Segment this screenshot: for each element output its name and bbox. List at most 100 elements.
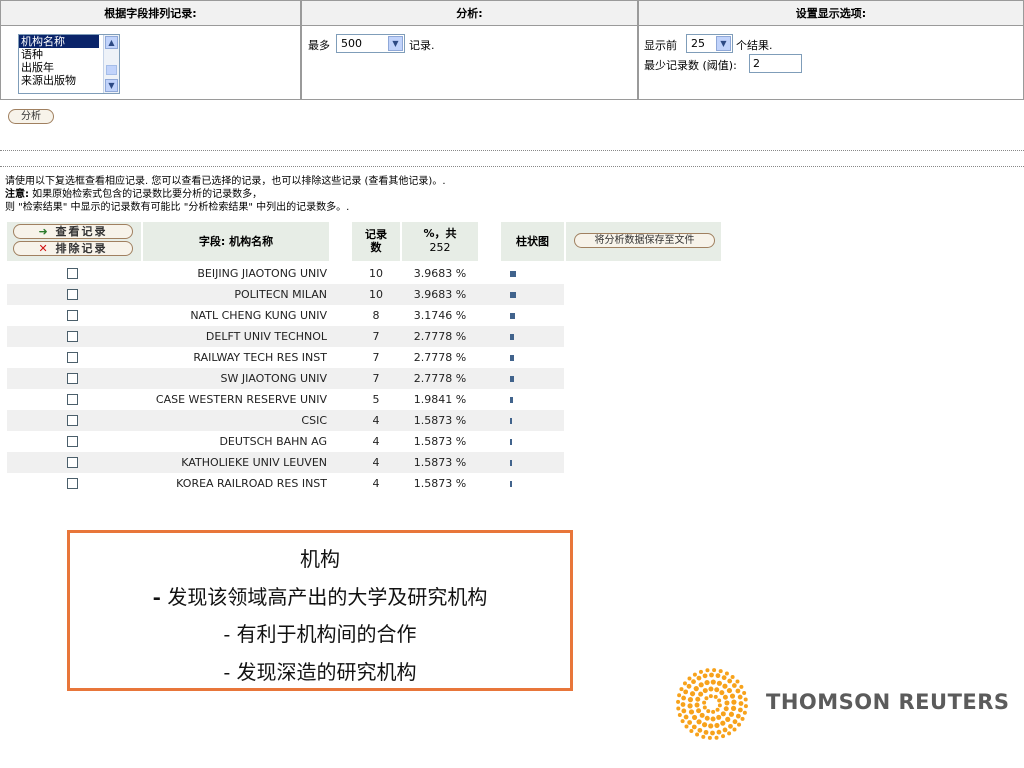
table-row: BEIJING JIAOTONG UNIV 10 3.9683 % bbox=[0, 263, 564, 284]
logo-dot bbox=[731, 699, 737, 705]
chevron-down-icon[interactable]: ▼ bbox=[716, 36, 731, 51]
row-checkbox[interactable] bbox=[67, 352, 78, 363]
row-checkbox[interactable] bbox=[67, 415, 78, 426]
logo-dot bbox=[720, 720, 726, 726]
min-records-label: 最少记录数 (阈值): bbox=[644, 59, 737, 72]
percent-value: 1.5873 % bbox=[413, 456, 467, 469]
row-checkbox[interactable] bbox=[67, 289, 78, 300]
analyze-button[interactable]: 分析 bbox=[8, 109, 54, 124]
exclude-records-button[interactable]: ✕ 排除记录 bbox=[13, 241, 133, 256]
logo-dot bbox=[727, 731, 732, 736]
logo-dot bbox=[698, 682, 704, 688]
instructions-line: 请使用以下复选框查看相应记录. 您可以查看已选择的记录，也可以排除这些记录 (查… bbox=[5, 176, 446, 187]
logo-dot bbox=[687, 676, 692, 681]
logo-dot bbox=[740, 716, 745, 721]
record-count: 4 bbox=[372, 435, 380, 448]
row-checkbox[interactable] bbox=[67, 457, 78, 468]
logo-dot bbox=[677, 713, 682, 718]
listbox-scrollbar[interactable]: ▲ ▼ bbox=[103, 35, 119, 93]
table-row: SW JIAOTONG UNIV 7 2.7778 % bbox=[0, 368, 564, 389]
close-icon: ✕ bbox=[38, 242, 50, 255]
bar-chart-bar bbox=[510, 355, 514, 361]
logo-dot bbox=[706, 709, 711, 714]
percent-value: 3.9683 % bbox=[413, 288, 467, 301]
percent-value: 1.5873 % bbox=[413, 477, 467, 490]
logo-dot bbox=[728, 723, 733, 729]
logo-dot bbox=[697, 727, 703, 733]
logo-dot bbox=[726, 687, 733, 694]
field-listbox[interactable]: 机构名称 语种 出版年 来源出版物 ▲ ▼ bbox=[18, 34, 120, 94]
scroll-up-icon[interactable]: ▲ bbox=[105, 36, 118, 49]
row-checkbox[interactable] bbox=[67, 478, 78, 489]
logo-dot bbox=[689, 691, 696, 697]
field-option[interactable]: 机构名称 bbox=[19, 35, 99, 48]
logo-dot bbox=[718, 669, 723, 674]
bar-chart-bar bbox=[510, 313, 515, 319]
logo-dot bbox=[727, 678, 733, 684]
count-header-line2: 数 bbox=[370, 241, 382, 254]
chevron-down-icon[interactable]: ▼ bbox=[388, 36, 403, 51]
view-records-button[interactable]: ➜ 查看记录 bbox=[13, 224, 133, 239]
logo-dot bbox=[717, 703, 722, 708]
bar-chart-bar bbox=[510, 292, 516, 298]
callout-line-text: 发现该领域高产出的大学及研究机构 bbox=[160, 585, 488, 609]
show-top-value: 25 bbox=[691, 37, 705, 50]
institution-name: POLITECN MILAN bbox=[234, 288, 327, 301]
logo-dot bbox=[715, 707, 720, 712]
institution-name: KOREA RAILROAD RES INST bbox=[176, 477, 327, 490]
show-top-select[interactable]: 25 ▼ bbox=[686, 34, 733, 53]
max-records-suffix: 记录. bbox=[409, 39, 435, 52]
row-checkbox[interactable] bbox=[67, 310, 78, 321]
record-count: 4 bbox=[372, 456, 380, 469]
logo-dot bbox=[687, 697, 694, 703]
bar-chart-bar bbox=[510, 439, 512, 445]
row-checkbox[interactable] bbox=[67, 268, 78, 279]
logo-dot bbox=[722, 683, 728, 689]
table-row: CASE WESTERN RESERVE UNIV 5 1.9841 % bbox=[0, 389, 564, 410]
bar-chart-bar bbox=[510, 376, 514, 382]
callout-line: - 发现深造的研究机构 bbox=[223, 660, 417, 684]
logo-dot bbox=[676, 706, 681, 711]
max-records-prefix: 最多 bbox=[308, 39, 330, 52]
logo-dot bbox=[716, 714, 722, 720]
logo-dot bbox=[682, 681, 687, 686]
logo-dot bbox=[742, 710, 747, 715]
row-checkbox[interactable] bbox=[67, 394, 78, 405]
percent-value: 2.7778 % bbox=[413, 351, 467, 364]
logo-dot bbox=[702, 688, 708, 694]
logo-wordmark: THOMSON REUTERS bbox=[766, 690, 1010, 714]
logo-dot bbox=[698, 691, 704, 697]
bar-chart-bar bbox=[510, 481, 512, 487]
sort-field-header: 根据字段排列记录: bbox=[0, 0, 301, 26]
logo-dot bbox=[704, 696, 709, 701]
logo-dot bbox=[704, 679, 710, 686]
logo-dot bbox=[681, 708, 687, 714]
record-count: 4 bbox=[372, 414, 380, 427]
logo-dot bbox=[679, 687, 684, 692]
logo-dot bbox=[730, 674, 735, 679]
count-column-header: 记录 数 bbox=[352, 222, 400, 261]
row-checkbox[interactable] bbox=[67, 373, 78, 384]
logo-dot bbox=[676, 699, 681, 704]
logo-dot bbox=[686, 683, 692, 689]
min-records-input[interactable]: 2 bbox=[749, 54, 802, 73]
logo-dot bbox=[722, 727, 728, 733]
scroll-thumb[interactable] bbox=[106, 65, 117, 75]
save-analysis-button[interactable]: 将分析数据保存至文件 bbox=[574, 233, 715, 248]
percent-value: 3.1746 % bbox=[413, 309, 467, 322]
show-top-prefix: 显示前 bbox=[644, 39, 677, 52]
max-records-select[interactable]: 500 ▼ bbox=[336, 34, 405, 53]
percent-value: 2.7778 % bbox=[413, 330, 467, 343]
institution-name: CSIC bbox=[301, 414, 327, 427]
record-count: 10 bbox=[369, 288, 383, 301]
logo-dot bbox=[707, 735, 712, 740]
row-checkbox[interactable] bbox=[67, 436, 78, 447]
row-checkbox[interactable] bbox=[67, 331, 78, 342]
logo-dot bbox=[712, 668, 717, 673]
logo-dot bbox=[737, 694, 743, 700]
logo-dot bbox=[723, 706, 729, 712]
logo-dot bbox=[695, 732, 700, 737]
logo-dot bbox=[720, 711, 726, 717]
logo-dot bbox=[742, 690, 747, 695]
scroll-down-icon[interactable]: ▼ bbox=[105, 79, 118, 92]
